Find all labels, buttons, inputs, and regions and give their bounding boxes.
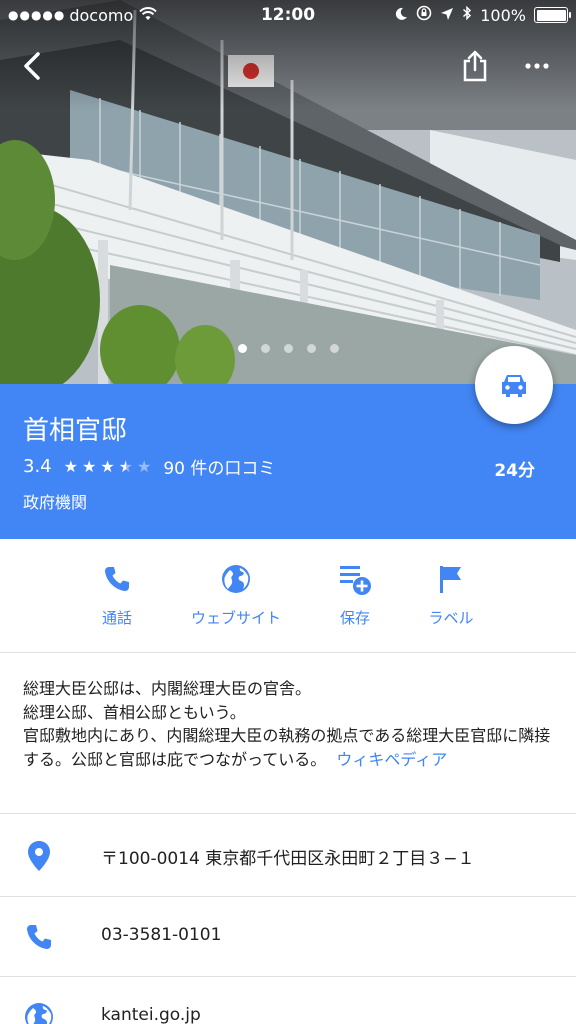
flag-icon bbox=[440, 566, 461, 593]
call-label: 通話 bbox=[101, 609, 132, 627]
phone-text: 03-3581-0101 bbox=[101, 925, 222, 945]
status-bar: ●●●●● docomo 12:00 100% bbox=[0, 0, 576, 30]
pager-dot bbox=[330, 344, 339, 353]
share-icon bbox=[463, 50, 487, 82]
pager-dot bbox=[307, 344, 316, 353]
phone-row[interactable]: 03-3581-0101 bbox=[0, 897, 576, 977]
bluetooth-icon bbox=[462, 5, 472, 25]
globe-icon bbox=[222, 565, 250, 593]
website-row[interactable]: kantei.go.jp bbox=[0, 977, 576, 1024]
star-icon: ★ bbox=[81, 457, 97, 476]
review-count: 90 件の口コミ bbox=[163, 459, 276, 479]
pager-dot bbox=[284, 344, 293, 353]
divider bbox=[0, 813, 576, 814]
rotation-lock-icon bbox=[416, 5, 432, 25]
empty-star-icon: ★ bbox=[137, 457, 152, 476]
more-dots-icon bbox=[525, 63, 549, 69]
status-right-group: 100% bbox=[394, 5, 571, 25]
place-category: 政府機関 bbox=[23, 493, 88, 512]
photo-pager[interactable] bbox=[238, 344, 339, 353]
location-arrow-icon bbox=[440, 6, 454, 25]
back-button[interactable] bbox=[10, 44, 54, 88]
website-text: kantei.go.jp bbox=[101, 1005, 201, 1024]
star-icon: ★ bbox=[100, 457, 115, 476]
travel-time: 24分 bbox=[494, 461, 535, 481]
place-title: 首相官邸 bbox=[23, 416, 128, 446]
description-text: 総理大臣公邸は、内閣総理大臣の官舎。 総理公邸、首相公邸ともいう。 官邸敷地内に… bbox=[23, 679, 551, 769]
wifi-icon bbox=[139, 6, 157, 25]
globe-icon bbox=[25, 1003, 53, 1024]
address-row[interactable]: 〒100-0014 東京都千代田区永田町２丁目３−１ bbox=[0, 816, 576, 896]
location-pin-icon bbox=[28, 841, 50, 871]
moon-icon bbox=[394, 6, 408, 25]
share-button[interactable] bbox=[453, 44, 497, 88]
half-star-icon: ★ bbox=[118, 457, 134, 476]
phone-icon bbox=[105, 567, 129, 591]
pager-dot bbox=[261, 344, 270, 353]
label-label: ラベル bbox=[428, 609, 474, 627]
place-description: 総理大臣公邸は、内閣総理大臣の官舎。 総理公邸、首相公邸ともいう。 官邸敷地内に… bbox=[23, 677, 553, 771]
directions-button[interactable] bbox=[475, 346, 553, 424]
website-label: ウェブサイト bbox=[190, 609, 281, 627]
rating-value: 3.4 bbox=[23, 456, 52, 477]
address-text: 〒100-0014 東京都千代田区永田町２丁目３−１ bbox=[101, 849, 475, 869]
star-rating: ★ ★ ★ ★ ★ bbox=[64, 457, 152, 476]
rating-row[interactable]: 3.4 ★ ★ ★ ★ ★ 90 件の口コミ bbox=[23, 454, 275, 479]
chevron-left-icon bbox=[24, 52, 40, 80]
phone-icon bbox=[27, 925, 51, 949]
label-button[interactable]: ラベル bbox=[391, 561, 511, 628]
carrier-name: docomo bbox=[69, 5, 134, 25]
star-icon: ★ bbox=[63, 457, 78, 476]
call-button[interactable]: 通話 bbox=[57, 561, 177, 628]
action-row: 通話 ウェブサイト 保存 ラベル bbox=[0, 539, 576, 653]
more-options-button[interactable] bbox=[515, 44, 559, 88]
car-icon bbox=[502, 375, 526, 397]
battery-percent: 100% bbox=[480, 5, 526, 25]
place-photo[interactable]: ●●●●● docomo 12:00 100% bbox=[0, 0, 576, 384]
playlist-add-icon bbox=[340, 566, 371, 595]
pager-dot bbox=[238, 344, 247, 353]
website-button[interactable]: ウェブサイト bbox=[176, 561, 296, 628]
wikipedia-link[interactable]: ウィキペディア bbox=[336, 750, 447, 769]
signal-strength-icon: ●●●●● bbox=[8, 8, 66, 22]
battery-icon bbox=[534, 7, 571, 23]
